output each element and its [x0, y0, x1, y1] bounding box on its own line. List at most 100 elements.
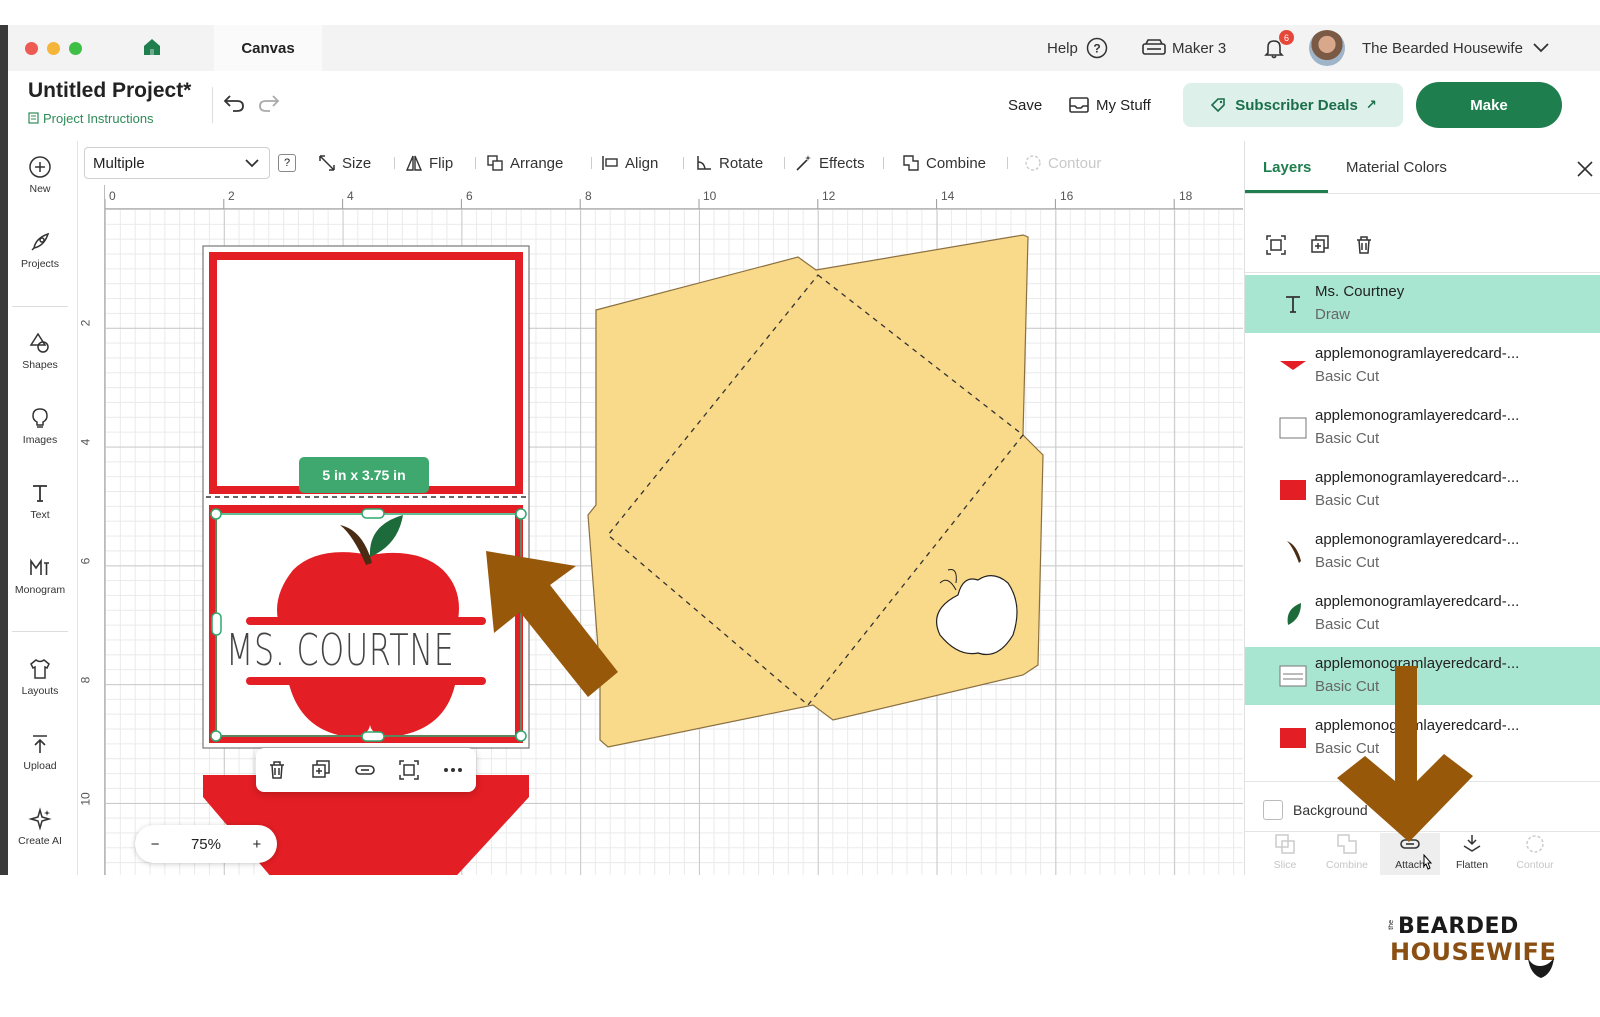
shapes-button[interactable]: Shapes [8, 331, 72, 371]
resize-handle[interactable] [211, 612, 222, 636]
attach-icon[interactable] [354, 759, 376, 781]
logo-prefix: the [1388, 920, 1395, 930]
resize-handle[interactable] [210, 508, 222, 520]
minimize-window-button[interactable] [47, 42, 60, 55]
layer-row[interactable]: applemonogramlayeredcard-... Basic Cut [1245, 399, 1600, 457]
layer-row[interactable]: Ms. Courtney Draw [1245, 275, 1600, 333]
upload-icon [33, 735, 47, 753]
flatten-label: Flatten [1455, 859, 1489, 871]
undo-icon[interactable] [222, 93, 246, 115]
layer-name: applemonogramlayeredcard-... [1315, 407, 1520, 424]
layer-operation: Basic Cut [1315, 616, 1380, 633]
resize-icon [319, 155, 335, 171]
save-button[interactable]: Save [1008, 83, 1042, 127]
arrange-button[interactable]: Arrange [486, 141, 563, 185]
size-button[interactable]: Size [318, 141, 371, 185]
toolbar-divider [12, 631, 68, 632]
project-instructions-link[interactable]: Project Instructions [28, 111, 154, 126]
operation-help-button[interactable]: ? [278, 154, 296, 172]
effects-label: Effects [819, 154, 865, 172]
zoom-in-button[interactable]: + [252, 836, 261, 853]
contour-button[interactable]: Contour [1024, 141, 1101, 185]
tab-canvas[interactable]: Canvas [214, 25, 322, 71]
resize-handle[interactable] [515, 508, 527, 520]
layer-thumbnail [1280, 728, 1306, 748]
machine-selector[interactable]: Maker 3 [1142, 25, 1226, 71]
operation-value: Multiple [93, 154, 145, 172]
layer-thumbnail [1287, 541, 1301, 563]
avatar[interactable] [1309, 30, 1345, 66]
trash-icon[interactable] [1353, 234, 1375, 256]
svg-text:?: ? [1093, 42, 1100, 56]
images-button[interactable]: Images [8, 406, 72, 446]
envelope[interactable] [587, 234, 1044, 748]
combine-button[interactable]: Combine [902, 141, 986, 185]
background-checkbox[interactable] [1263, 800, 1283, 820]
resize-handle[interactable] [210, 730, 222, 742]
monogram-icon [30, 558, 49, 575]
home-icon[interactable] [142, 37, 162, 57]
contour-icon [1526, 835, 1544, 853]
operation-select[interactable]: Multiple [84, 147, 270, 179]
resize-handle[interactable] [361, 731, 385, 742]
toolbar-separator [1007, 157, 1008, 169]
effects-button[interactable]: Effects [795, 141, 865, 185]
my-stuff-button[interactable]: My Stuff [1068, 83, 1151, 127]
layer-row[interactable]: applemonogramlayeredcard-... Basic Cut [1245, 523, 1600, 581]
layouts-button[interactable]: Layouts [8, 657, 72, 697]
redo-icon[interactable] [257, 93, 281, 115]
card-monogram-text[interactable]: MS. COURTNE [226, 623, 455, 679]
close-icon[interactable] [1577, 161, 1593, 177]
monogram-button[interactable]: Monogram [8, 556, 72, 596]
layer-row[interactable]: applemonogramlayeredcard-... Basic Cut [1245, 337, 1600, 395]
duplicate-icon[interactable] [1309, 234, 1331, 256]
zoom-out-button[interactable]: − [151, 836, 160, 853]
new-button[interactable]: New [8, 155, 72, 195]
user-name: The Bearded Housewife [1362, 39, 1523, 57]
layer-operation: Basic Cut [1315, 368, 1380, 385]
close-window-button[interactable] [25, 42, 38, 55]
flip-button[interactable]: Flip [405, 141, 453, 185]
layer-row[interactable]: applemonogramlayeredcard-... Basic Cut [1245, 461, 1600, 519]
help-button[interactable]: Help ? [1047, 25, 1108, 71]
card-top-panel[interactable] [217, 260, 515, 486]
design-canvas[interactable]: 0 2 4 6 8 10 12 14 16 18 2 4 6 8 10 MS. … [78, 185, 1243, 875]
projects-button[interactable]: Projects [8, 230, 72, 270]
rotate-button[interactable]: Rotate [695, 141, 763, 185]
trash-icon[interactable] [266, 759, 288, 781]
layer-operation: Basic Cut [1315, 492, 1380, 509]
maximize-window-button[interactable] [69, 42, 82, 55]
resize-handle[interactable] [515, 730, 527, 742]
duplicate-icon[interactable] [310, 759, 332, 781]
project-title[interactable]: Untitled Project* [28, 79, 191, 103]
design-space-window: Canvas Help ? Maker 3 6 The Bearded Hous… [8, 25, 1600, 875]
slice-icon [1275, 834, 1295, 854]
combine-label: Combine [926, 154, 987, 172]
create-ai-button[interactable]: Create AI [8, 807, 72, 847]
magic-wand-icon [796, 155, 811, 171]
contour-button[interactable]: Contour [1505, 833, 1565, 871]
layer-operation: Draw [1315, 306, 1351, 323]
subscriber-deals-button[interactable]: Subscriber Deals ↗ [1183, 83, 1403, 127]
text-button[interactable]: Text [8, 481, 72, 521]
toolbar-separator [591, 157, 592, 169]
make-button[interactable]: Make [1416, 82, 1562, 128]
more-icon[interactable] [442, 759, 464, 781]
notification-badge: 6 [1279, 30, 1294, 45]
machine-label: Maker 3 [1172, 39, 1227, 57]
tab-material-colors[interactable]: Material Colors [1346, 141, 1447, 193]
resize-handle[interactable] [361, 508, 385, 519]
layer-name: applemonogramlayeredcard-... [1315, 469, 1520, 486]
help-label: Help [1047, 39, 1078, 57]
account-menu[interactable]: The Bearded Housewife [1362, 25, 1549, 71]
text-icon [33, 485, 47, 502]
layer-row[interactable]: applemonogramlayeredcard-... Basic Cut [1245, 585, 1600, 643]
desktop-edge [0, 25, 8, 875]
slice-button[interactable]: Slice [1255, 833, 1315, 871]
group-icon[interactable] [1265, 234, 1287, 256]
align-button[interactable]: Align [601, 141, 658, 185]
tab-layers[interactable]: Layers [1263, 141, 1311, 193]
upload-button[interactable]: Upload [8, 732, 72, 772]
group-icon[interactable] [398, 759, 420, 781]
align-label: Align [625, 154, 659, 172]
